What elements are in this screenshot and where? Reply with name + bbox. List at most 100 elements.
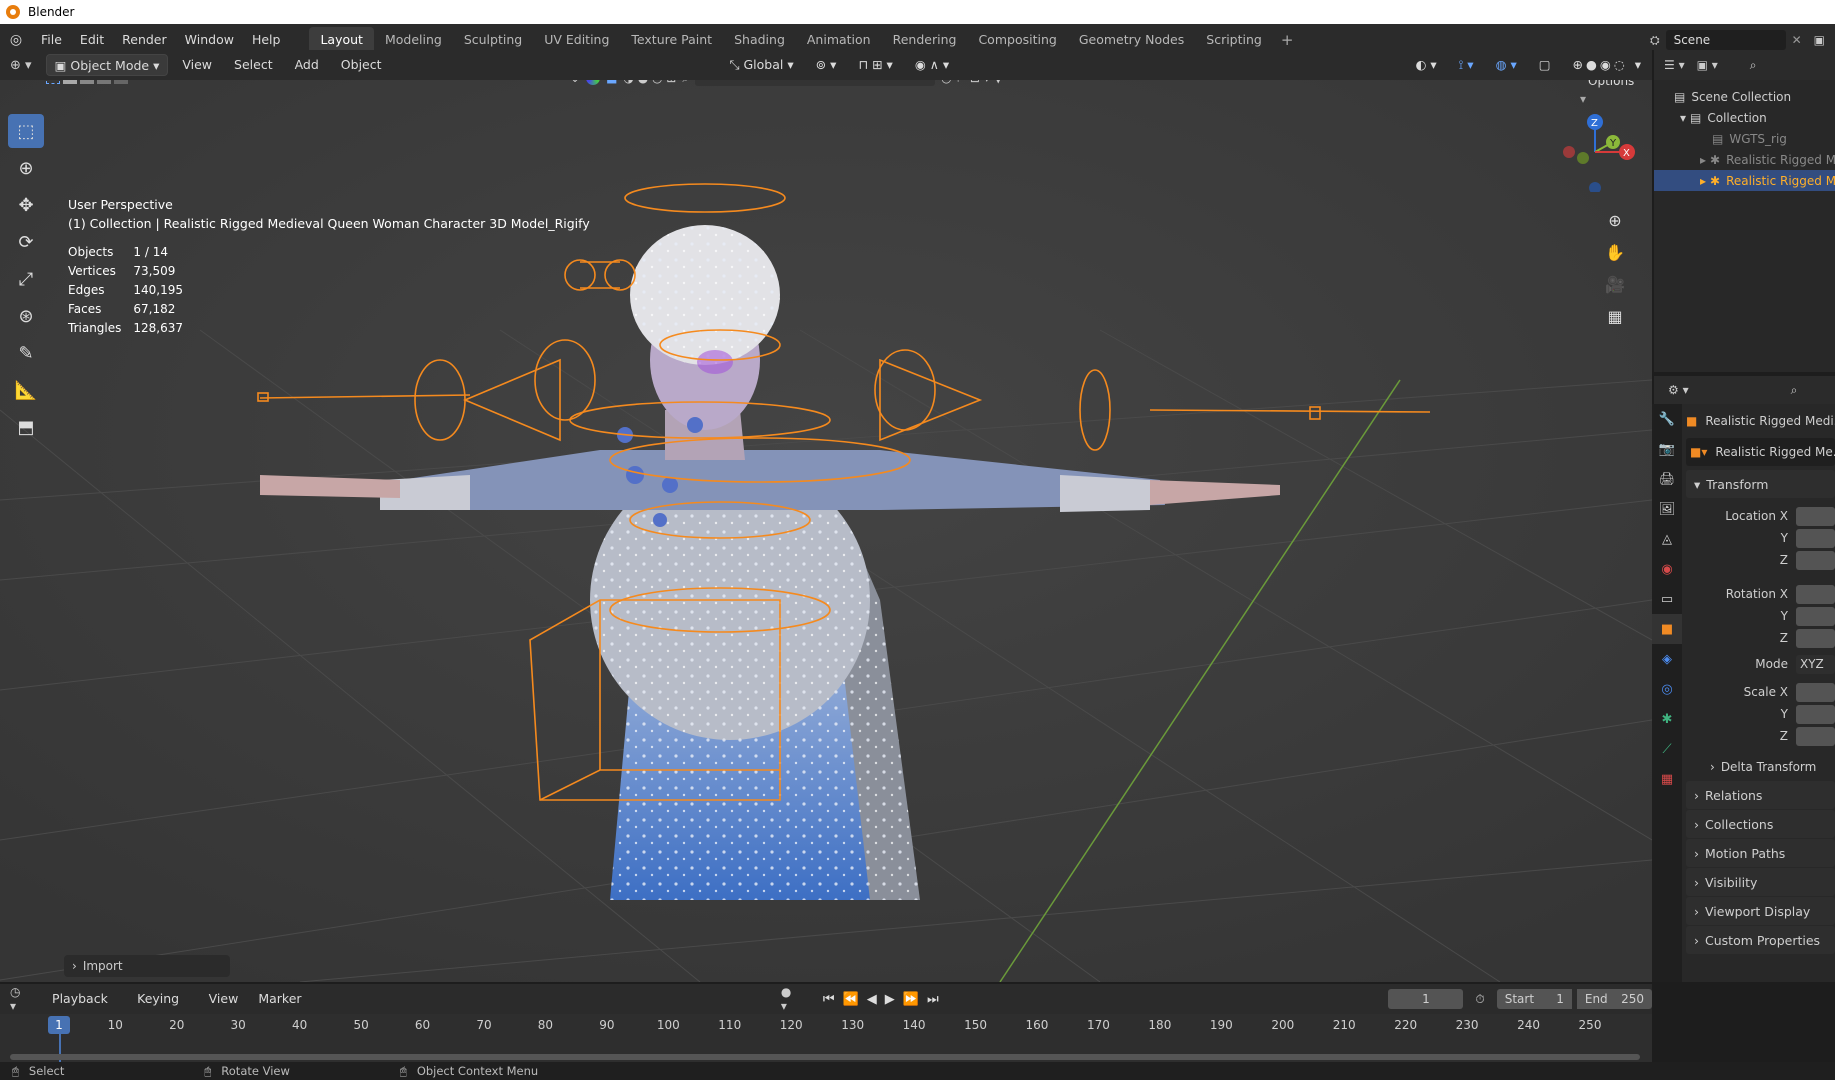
- location-x-field[interactable]: [1796, 506, 1835, 526]
- bone-tab-icon[interactable]: ⟋: [1652, 734, 1682, 764]
- add-cube-tool-icon[interactable]: ⬒: [8, 410, 44, 444]
- start-frame-field[interactable]: Start 1: [1496, 989, 1572, 1009]
- scale-tool-icon[interactable]: ⤢: [8, 262, 44, 296]
- selection-mode-icons[interactable]: [46, 80, 128, 84]
- collections-panel-header[interactable]: › Collections: [1686, 810, 1835, 838]
- rotation-x-row[interactable]: Rotation X: [1686, 583, 1835, 605]
- texture-tab-icon[interactable]: ▦: [1652, 764, 1682, 794]
- measure-tool-icon[interactable]: 📐: [8, 373, 44, 407]
- pin-scene-icon[interactable]: ✕: [1786, 33, 1808, 47]
- scale-z-row[interactable]: Z: [1686, 725, 1835, 747]
- transform-orientation-dropdown[interactable]: ⤡ Global ▾: [722, 54, 802, 76]
- location-y-field[interactable]: [1796, 528, 1835, 548]
- zoom-icon[interactable]: ⊕: [1600, 205, 1630, 235]
- output-tab-icon[interactable]: 🖨: [1652, 464, 1682, 494]
- motion-paths-panel-header[interactable]: › Motion Paths: [1686, 839, 1835, 867]
- outliner-row-armature-selected[interactable]: ▸ ✱ Realistic Rigged Me: [1654, 170, 1835, 191]
- collection-tab-icon[interactable]: ▭: [1652, 584, 1682, 614]
- editor-type-icon[interactable]: ⊕ ▾: [10, 58, 32, 73]
- blender-menu-icon[interactable]: ◎: [0, 32, 32, 48]
- scene-tab-icon[interactable]: ◬: [1652, 524, 1682, 554]
- solid-view-icon[interactable]: ■: [606, 80, 617, 85]
- move-tool-icon[interactable]: ✥: [8, 188, 44, 222]
- view-layer-tab-icon[interactable]: 🖼: [1652, 494, 1682, 524]
- gizmo-neg-y[interactable]: [1577, 152, 1589, 164]
- scene-selector-icon[interactable]: ⛭: [1644, 33, 1666, 48]
- end-frame-field[interactable]: End 250: [1576, 989, 1652, 1009]
- overlays-toggle-icon[interactable]: ◍ ▾: [1488, 54, 1525, 76]
- gizmo-toggle-icon[interactable]: ⟟ ▾: [1451, 54, 1482, 76]
- scale-z-field[interactable]: [1796, 726, 1835, 746]
- clock-icon[interactable]: ⏱: [1475, 992, 1484, 1007]
- timeline-editor-type-icon[interactable]: ◷ ▾: [10, 985, 30, 1013]
- keying-menu[interactable]: Keying ▾: [129, 988, 197, 1028]
- expand-arrow-icon[interactable]: ▸: [1700, 153, 1706, 167]
- modifier-tab-icon[interactable]: ◈: [1652, 644, 1682, 674]
- filter-search-input[interactable]: [695, 80, 936, 86]
- outliner-search-icon[interactable]: ⌕: [1750, 58, 1757, 73]
- 3d-viewport[interactable]: ⌄ ■ ◑ ◒ ◓ ⊞ ⌕ ◡ ⚑ ⊟ ▾ ▼ Options ▾ User P…: [0, 80, 1652, 982]
- options-button[interactable]: Options ▾: [1580, 80, 1652, 106]
- menu-add[interactable]: Add: [287, 54, 327, 76]
- menu-object[interactable]: Object: [333, 54, 390, 76]
- rotation-mode-dropdown[interactable]: XYZ: [1796, 654, 1835, 674]
- expand-arrow-icon[interactable]: ▾: [1680, 111, 1686, 125]
- scale-y-field[interactable]: [1796, 704, 1835, 724]
- rotation-z-field[interactable]: [1796, 628, 1835, 648]
- ortho-toggle-icon[interactable]: ▦: [1600, 301, 1630, 331]
- properties-search-icon[interactable]: ⌕: [1791, 383, 1798, 398]
- custom-properties-panel-header[interactable]: › Custom Properties: [1686, 926, 1835, 954]
- expand-arrow-icon[interactable]: ▸: [1700, 174, 1706, 188]
- gizmo-neg-z[interactable]: [1589, 182, 1601, 194]
- render-tab-icon[interactable]: 📷: [1652, 434, 1682, 464]
- visibility-icon[interactable]: ◐ ▾: [1408, 54, 1445, 76]
- scale-x-field[interactable]: [1796, 682, 1835, 702]
- snap-icon[interactable]: ⊓ ⊞ ▾: [850, 54, 900, 76]
- scale-y-row[interactable]: Y: [1686, 703, 1835, 725]
- outliner-row-collection[interactable]: ▾ ▤ Collection: [1654, 107, 1835, 128]
- layer-icons[interactable]: ◑ ◒ ◓ ⊞: [623, 80, 676, 85]
- rotation-y-row[interactable]: Y: [1686, 605, 1835, 627]
- display-mode-icon[interactable]: ▣ ▾: [1697, 58, 1718, 72]
- select-box-tool-icon[interactable]: ⬚: [8, 114, 44, 148]
- select-subtract-icon[interactable]: [80, 80, 94, 84]
- viewport-display-panel-header[interactable]: › Viewport Display: [1686, 897, 1835, 925]
- armature-data-tab-icon[interactable]: ✱: [1652, 704, 1682, 734]
- annotate-tool-icon[interactable]: ✎: [8, 336, 44, 370]
- xray-toggle-icon[interactable]: ▢: [1531, 54, 1559, 76]
- outliner-row-scene-collection[interactable]: ▤ Scene Collection: [1654, 86, 1835, 107]
- view-layer-icon[interactable]: ▣: [1808, 33, 1835, 47]
- color-wheel-icon[interactable]: [586, 80, 601, 85]
- constraints-tab-icon[interactable]: ◎: [1652, 674, 1682, 704]
- pan-hand-icon[interactable]: ✋: [1600, 237, 1630, 267]
- relations-panel-header[interactable]: › Relations: [1686, 781, 1835, 809]
- playback-menu[interactable]: Playback ▾: [44, 988, 125, 1028]
- shading-modes-icon[interactable]: ⊕●◉◌ ▾: [1565, 54, 1652, 76]
- transform-panel-header[interactable]: ▾ Transform: [1686, 470, 1835, 498]
- outliner-row-wgts-rig[interactable]: ▤ WGTS_rig: [1654, 128, 1835, 149]
- delta-transform-subpanel[interactable]: › Delta Transform: [1686, 753, 1835, 781]
- tool-tab-icon[interactable]: 🔧: [1652, 404, 1682, 434]
- select-box-icon[interactable]: [46, 80, 60, 84]
- marker-menu[interactable]: Marker: [250, 988, 309, 1010]
- playhead-marker[interactable]: 1: [48, 1016, 70, 1034]
- location-x-row[interactable]: Location X: [1686, 505, 1835, 527]
- import-operator-panel[interactable]: › Import: [64, 955, 230, 977]
- rotation-mode-row[interactable]: Mode XYZ: [1686, 653, 1835, 675]
- search-icon[interactable]: ⌕: [682, 80, 689, 86]
- playback-controls[interactable]: ⏮⏪◀▶⏩⏭: [823, 992, 947, 1007]
- rotation-x-field[interactable]: [1796, 584, 1835, 604]
- timeline-view-menu[interactable]: View: [201, 988, 247, 1010]
- rotate-tool-icon[interactable]: ⟳: [8, 225, 44, 259]
- timeline-scrollbar[interactable]: [10, 1054, 1640, 1060]
- world-tab-icon[interactable]: ◉: [1652, 554, 1682, 584]
- menu-view[interactable]: View: [174, 54, 220, 76]
- location-z-field[interactable]: [1796, 550, 1835, 570]
- collapse-icon[interactable]: ⌄: [570, 80, 580, 85]
- object-name-field[interactable]: ■▾ Realistic Rigged Me...: [1686, 438, 1835, 466]
- pivot-point-icon[interactable]: ⊚ ▾: [808, 54, 845, 76]
- navigation-gizmo[interactable]: Z Y X: [1555, 112, 1635, 194]
- filter-icons[interactable]: ◡ ⚑ ⊟ ▾ ▼: [941, 80, 1003, 85]
- location-z-row[interactable]: Z: [1686, 549, 1835, 571]
- outliner-editor-type-icon[interactable]: ☰ ▾: [1664, 58, 1685, 72]
